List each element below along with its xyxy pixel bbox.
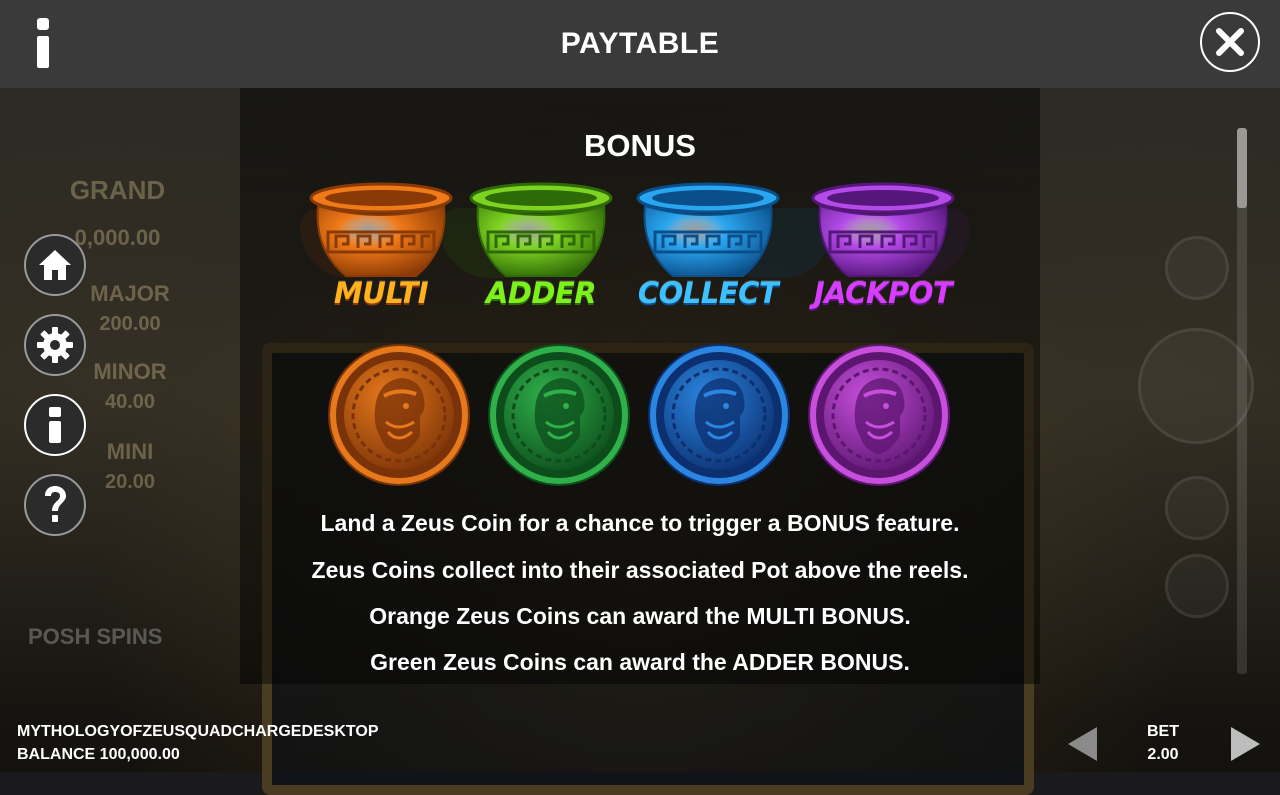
bonus-pot-multi: MULTI [306,180,456,320]
section-title: BONUS [584,128,696,163]
purple-zeus-coin [810,346,948,484]
game-name: MYTHOLOGYOFZEUSQUADCHARGEDESKTOP [17,723,379,740]
close-icon [1216,28,1244,56]
scrollbar-thumb[interactable] [1237,128,1247,208]
background-jackpot-grand: GRAND [69,175,166,205]
zeus-face-icon [671,367,767,463]
background-turbo-button [1165,236,1229,300]
pot-icon [811,182,955,277]
blue-zeus-coin [650,346,788,484]
bet-decrease-button[interactable] [1068,727,1097,761]
scrollbar[interactable] [1237,128,1247,674]
pot-icon [636,182,780,277]
gear-icon [37,327,73,363]
pot-label-collect: COLLECT [637,276,779,310]
zeus-face-icon [351,367,447,463]
balance-display: BALANCE 100,000.00 [17,746,180,763]
paytable-header: PAYTABLE [0,0,1280,88]
settings-button[interactable] [24,314,86,376]
info-icon [49,407,61,443]
pot-label-jackpot: JACKPOT [813,276,953,310]
pot-label-adder: ADDER [485,276,597,310]
pot-icon [309,182,453,277]
info-button[interactable] [24,394,86,456]
pot-label-multi: MULTI [333,276,429,310]
description-line: Green Zeus Coins can award the ADDER BON… [370,649,910,675]
close-button[interactable] [1200,12,1260,72]
bonus-pot-collect: COLLECT [633,180,783,320]
bonus-pot-adder: ADDER [466,180,616,320]
home-button[interactable] [24,234,86,296]
bet-increase-button[interactable] [1231,727,1260,761]
green-zeus-coin [490,346,628,484]
description-line: Zeus Coins collect into their associated… [311,557,969,583]
bonus-pot-jackpot: JACKPOT [808,180,958,320]
page-title: PAYTABLE [560,27,720,60]
pot-icon [469,182,613,277]
orange-zeus-coin [330,346,468,484]
zeus-face-icon [511,367,607,463]
bet-value: 2.00 [1147,746,1179,763]
bet-label: BET [1147,723,1179,740]
description-line: Orange Zeus Coins can award the MULTI BO… [369,603,911,629]
home-icon [39,250,71,280]
zeus-face-icon [831,367,927,463]
description-line: Land a Zeus Coin for a chance to trigger… [320,510,960,536]
